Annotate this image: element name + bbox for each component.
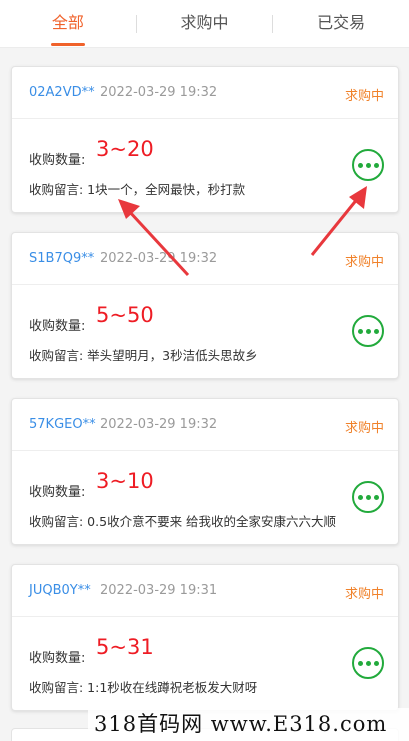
order-card-header: S1B7Q9** 2022-03-29 19:32 求购中 — [12, 233, 398, 285]
order-status: 求购中 — [344, 89, 384, 104]
more-dot — [357, 494, 363, 500]
order-user-id: 02A2VD** — [29, 85, 95, 100]
order-time: 2022-03-29 19:32 — [100, 85, 218, 100]
order-user-id: 57KGEO** — [29, 417, 96, 432]
tab-all[interactable]: 全部 — [0, 0, 136, 48]
order-time: 2022-03-29 19:32 — [100, 417, 218, 432]
more-dot — [365, 328, 371, 334]
watermark-text: 318首码网 www.E318.com — [88, 708, 409, 741]
more-dot — [357, 328, 363, 334]
more-dot — [373, 660, 379, 666]
more-dot — [365, 660, 371, 666]
tab-buying[interactable]: 求购中 — [137, 0, 273, 48]
more-dot — [373, 494, 379, 500]
more-options-icon[interactable] — [352, 315, 384, 347]
order-user-id: S1B7Q9** — [29, 251, 95, 266]
order-card[interactable]: 02A2VD** 2022-03-29 19:32 求购中 收购数量: 3~20… — [11, 66, 399, 213]
more-options-icon[interactable] — [352, 149, 384, 181]
order-card[interactable]: S1B7Q9** 2022-03-29 19:32 求购中 收购数量: 5~50… — [11, 232, 399, 379]
order-note: 收购留言: 1:1秒收在线蹲祝老板发大财呀 — [29, 680, 258, 695]
order-qty-value: 5~50 — [96, 303, 154, 327]
order-note: 收购留言: 1块一个，全网最快，秒打款 — [29, 182, 246, 197]
order-qty-value: 5~31 — [96, 635, 154, 659]
more-dot — [365, 494, 371, 500]
order-qty-label: 收购数量: — [29, 319, 86, 334]
more-dot — [357, 162, 363, 168]
order-card-header: JUQB0Y** 2022-03-29 19:31 求购中 — [12, 565, 398, 617]
tab-traded[interactable]: 已交易 — [273, 0, 409, 48]
order-qty-label: 收购数量: — [29, 651, 86, 666]
order-qty-label: 收购数量: — [29, 485, 86, 500]
order-qty-value: 3~10 — [96, 469, 154, 493]
order-time: 2022-03-29 19:32 — [100, 251, 218, 266]
order-qty-label: 收购数量: — [29, 153, 86, 168]
order-card[interactable]: JUQB0Y** 2022-03-29 19:31 求购中 收购数量: 5~31… — [11, 564, 399, 711]
order-time: 2022-03-29 19:31 — [100, 583, 218, 598]
more-dot — [365, 162, 371, 168]
order-status: 求购中 — [344, 255, 384, 270]
order-user-id: JUQB0Y** — [29, 583, 91, 598]
order-card-header: 57KGEO** 2022-03-29 19:32 求购中 — [12, 399, 398, 451]
order-note: 收购留言: 举头望明月，3秒洁低头思故乡 — [29, 348, 258, 363]
more-options-icon[interactable] — [352, 647, 384, 679]
more-dot — [373, 162, 379, 168]
tab-bar: 全部 求购中 已交易 — [0, 0, 409, 48]
more-dot — [357, 660, 363, 666]
more-options-icon[interactable] — [352, 481, 384, 513]
order-qty-value: 3~20 — [96, 137, 154, 161]
order-note: 收购留言: 0.5收介意不要来 给我收的全家安康六六大顺 — [29, 514, 337, 529]
order-status: 求购中 — [344, 587, 384, 602]
more-dot — [373, 328, 379, 334]
order-card[interactable]: 57KGEO** 2022-03-29 19:32 求购中 收购数量: 3~10… — [11, 398, 399, 545]
order-card-header: 02A2VD** 2022-03-29 19:32 求购中 — [12, 67, 398, 119]
order-status: 求购中 — [344, 421, 384, 436]
